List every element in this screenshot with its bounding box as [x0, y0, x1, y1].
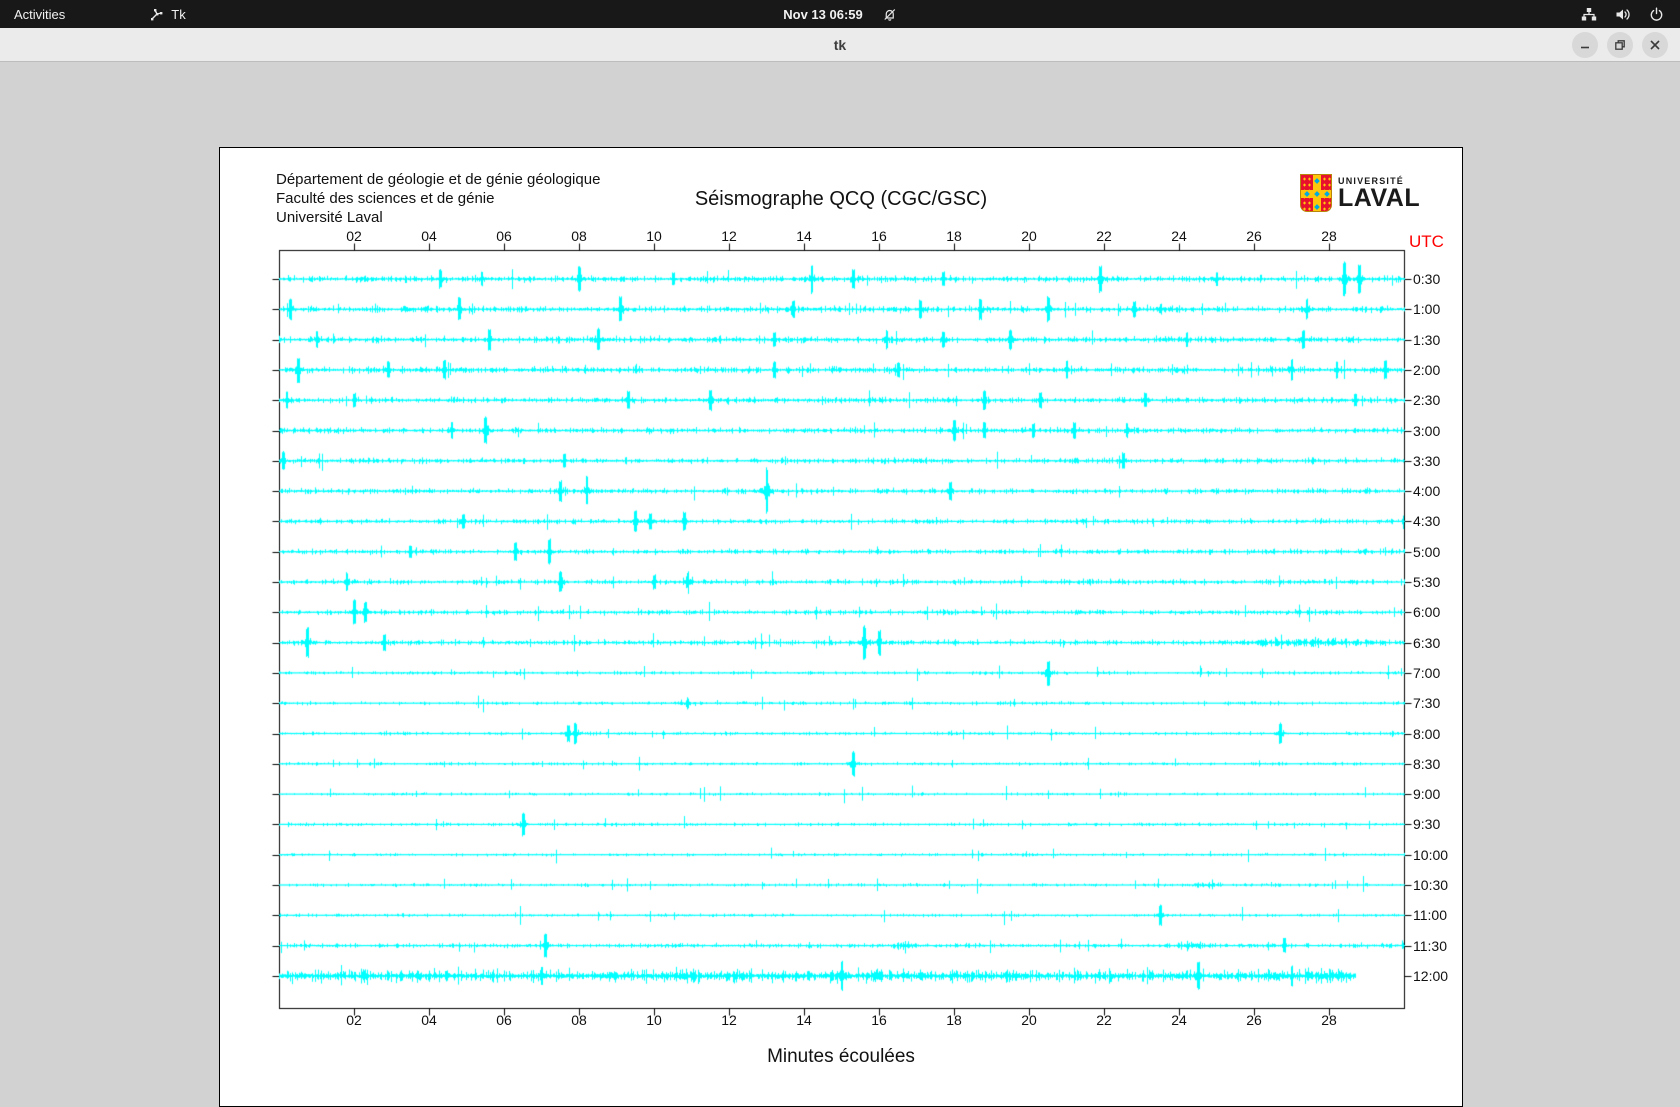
clock-label: Nov 13 06:59: [783, 6, 863, 22]
minimize-button[interactable]: [1572, 32, 1598, 58]
clock-button[interactable]: Nov 13 06:59: [777, 0, 903, 28]
x-tick-label-bottom: 02: [346, 1012, 362, 1028]
helicorder-plot: [261, 234, 1421, 1024]
x-tick-label-bottom: 18: [946, 1012, 962, 1028]
x-tick-label-top: 08: [571, 228, 587, 244]
app-menu-tk[interactable]: Tk: [135, 0, 199, 28]
trace-time-label: 7:00: [1413, 664, 1441, 681]
trace-time-label: 10:30: [1413, 877, 1449, 893]
trace-time-label: 7:30: [1413, 695, 1441, 712]
page-title: Séismographe QCQ (CGC/GSC): [694, 188, 988, 210]
x-tick-label-top: 20: [1021, 228, 1037, 244]
network-icon[interactable]: [1581, 7, 1597, 22]
trace-time-label: 3:00: [1413, 422, 1441, 439]
x-tick-label-top: 22: [1096, 228, 1112, 244]
trace-time-label: 8:00: [1413, 725, 1441, 742]
trace-time-label: 4:00: [1413, 483, 1441, 500]
x-tick-label-bottom: 26: [1246, 1012, 1262, 1028]
logo-text-laval: LAVAL: [1338, 184, 1421, 212]
trace-time-label: 8:30: [1413, 755, 1441, 772]
laval-shield-icon: [1300, 174, 1332, 212]
x-tick-label-bottom: 28: [1321, 1012, 1337, 1028]
x-tick-label-bottom: 24: [1171, 1012, 1187, 1028]
x-tick-label-bottom: 12: [721, 1012, 737, 1028]
x-tick-label-bottom: 04: [421, 1012, 437, 1028]
trace-time-label: 5:00: [1413, 543, 1441, 560]
x-tick-label-bottom: 22: [1096, 1012, 1112, 1028]
x-tick-label-bottom: 08: [571, 1012, 587, 1028]
trace-time-label: 11:30: [1413, 937, 1447, 954]
trace-time-label: 10:00: [1413, 846, 1449, 863]
x-tick-label-bottom: 14: [796, 1012, 812, 1028]
trace-time-label: 2:00: [1413, 361, 1441, 378]
x-axis-title: Minutes écoulées: [767, 1046, 915, 1067]
trace-time-label: 3:30: [1413, 452, 1441, 469]
trace-time-label: 4:30: [1413, 513, 1441, 530]
notifications-disabled-icon: [882, 7, 897, 22]
x-tick-label-top: 24: [1171, 228, 1187, 244]
trace-time-label: 12:00: [1413, 967, 1449, 984]
trace-time-label: 6:00: [1413, 604, 1441, 621]
x-tick-label-top: 28: [1321, 228, 1337, 244]
header-line-1: Département de géologie et de génie géol…: [276, 171, 601, 188]
app-menu-label: Tk: [171, 6, 186, 22]
trace-time-label: 6:30: [1413, 634, 1441, 651]
x-tick-label-bottom: 06: [496, 1012, 512, 1028]
trace-time-label: 11:00: [1413, 907, 1447, 924]
universite-laval-logo: UNIVERSITÉ LAVAL: [1300, 174, 1420, 212]
volume-icon[interactable]: [1615, 7, 1631, 22]
tk-workspace: Département de géologie et de génie géol…: [0, 63, 1680, 1107]
trace-time-label: 2:30: [1413, 392, 1441, 409]
x-tick-label-top: 06: [496, 228, 512, 244]
x-tick-label-top: 02: [346, 228, 362, 244]
x-tick-label-bottom: 16: [871, 1012, 887, 1028]
x-tick-label-top: 10: [646, 228, 662, 244]
trace-time-label: 9:00: [1413, 786, 1441, 803]
window-title: tk: [833, 37, 847, 53]
top-bar: Activities Tk Nov 13 06:59: [0, 0, 1680, 28]
activities-button[interactable]: Activities: [0, 0, 79, 28]
tk-app-icon: [149, 7, 164, 22]
trace-time-label: 1:00: [1413, 301, 1441, 318]
x-tick-label-top: 18: [946, 228, 962, 244]
trace-time-label: 5:30: [1413, 574, 1441, 590]
x-tick-label-bottom: 20: [1021, 1012, 1037, 1028]
x-tick-label-top: 12: [721, 228, 737, 244]
x-tick-label-top: 14: [796, 228, 812, 244]
activities-label: Activities: [14, 6, 66, 22]
x-tick-label-top: 04: [421, 228, 437, 244]
x-tick-label-top: 26: [1246, 228, 1262, 244]
maximize-button[interactable]: [1607, 32, 1633, 58]
power-icon[interactable]: [1649, 7, 1664, 22]
window-titlebar[interactable]: tk: [0, 28, 1680, 62]
x-tick-label-top: 16: [871, 228, 887, 244]
seismograph-document: Département de géologie et de génie géol…: [219, 147, 1463, 1107]
x-tick-label-bottom: 10: [646, 1012, 662, 1028]
trace-time-label: 9:30: [1413, 816, 1441, 833]
trace-time-label: 1:30: [1413, 331, 1441, 348]
trace-time-label: 0:30: [1413, 271, 1441, 287]
close-button[interactable]: [1642, 32, 1668, 58]
